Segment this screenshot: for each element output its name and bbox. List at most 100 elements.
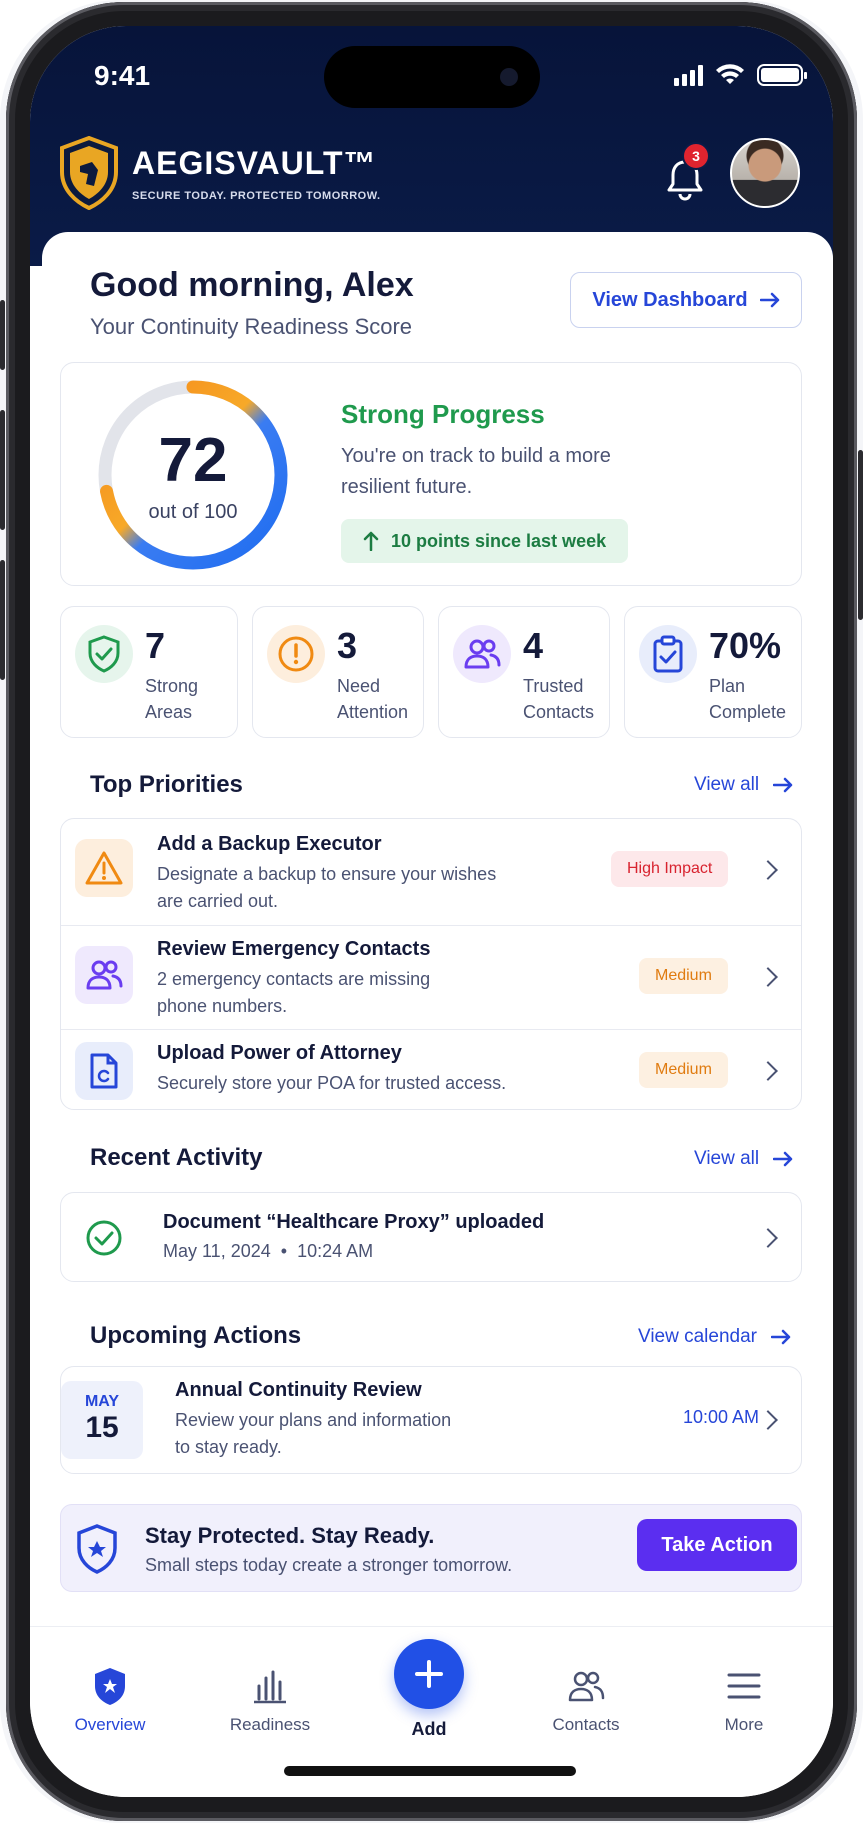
volume-down-button — [0, 560, 5, 680]
stay-protected-banner: Stay Protected. Stay Ready. Small steps … — [60, 1504, 802, 1592]
tab-overview[interactable]: Overview — [50, 1665, 170, 1735]
camera-icon — [500, 68, 518, 86]
stat-trusted-contacts[interactable]: 4 Trusted Contacts — [438, 606, 610, 738]
document-icon — [75, 1042, 133, 1100]
status-icons — [674, 64, 807, 86]
take-action-button[interactable]: Take Action — [637, 1519, 797, 1571]
view-all-label: View all — [694, 774, 760, 795]
tab-label: Contacts — [552, 1715, 620, 1734]
stat-label: Plan Complete — [709, 676, 787, 722]
activity-item[interactable]: Document “Healthcare Proxy” uploaded May… — [60, 1192, 802, 1282]
upcoming-item-time: 10:00 AM — [683, 1407, 760, 1427]
greeting-subtitle: Your Continuity Readiness Score — [90, 314, 413, 339]
arrow-right-icon — [773, 1151, 793, 1167]
bar-chart-icon — [210, 1665, 330, 1707]
date-day: 15 — [85, 1411, 119, 1444]
view-calendar-link[interactable]: View calendar — [638, 1326, 791, 1348]
impact-badge: High Impact — [611, 851, 729, 887]
chevron-right-icon — [758, 1228, 778, 1248]
status-time: 9:41 — [94, 60, 151, 91]
priority-item[interactable]: Review Emergency Contacts 2 emergency co… — [61, 925, 801, 1029]
stat-label: Need Attention — [337, 676, 409, 722]
upcoming-title: Upcoming Actions — [90, 1322, 302, 1349]
cta-title: Stay Protected. Stay Ready. — [145, 1523, 435, 1548]
progress-change-text: 10 points since last week — [391, 530, 607, 551]
priority-title: Review Emergency Contacts — [157, 938, 431, 960]
app-header: 9:41 AEGISVAULT™ SECURE TODAY. PROTECTED… — [30, 26, 833, 266]
priority-title: Upload Power of Attorney — [157, 1042, 402, 1064]
activity-title-text: Document “Healthcare Proxy” uploaded — [163, 1211, 545, 1233]
add-button[interactable] — [394, 1639, 464, 1709]
shield-logo-icon — [60, 136, 118, 210]
priorities-view-all-link[interactable]: View all — [694, 774, 793, 796]
priority-description: Securely store your POA for trusted acce… — [157, 1073, 507, 1093]
date-badge: MAY 15 — [61, 1381, 143, 1459]
view-all-label: View all — [694, 1148, 760, 1169]
clipboard-check-icon — [639, 625, 697, 683]
tab-label: Overview — [74, 1715, 146, 1734]
tab-readiness[interactable]: Readiness — [210, 1665, 330, 1735]
priority-title: Add a Backup Executor — [157, 833, 382, 855]
avatar[interactable] — [730, 138, 800, 208]
priorities-list: Add a Backup Executor Designate a backup… — [60, 818, 802, 1110]
progress-status: Strong Progress — [341, 399, 545, 429]
priority-item[interactable]: Add a Backup Executor Designate a backup… — [61, 819, 801, 925]
priority-description: Designate a backup to ensure your wishes… — [157, 864, 497, 911]
progress-message: You're on track to build a more resilien… — [341, 445, 611, 498]
shield-icon — [50, 1665, 170, 1707]
brand-name: AEGISVAULT™ — [132, 144, 377, 181]
stat-value: 70% — [709, 625, 782, 666]
side-button — [0, 300, 5, 370]
menu-icon — [684, 1665, 804, 1707]
upcoming-item-description: Review your plans and information to stay… — [175, 1410, 452, 1457]
priorities-title: Top Priorities — [90, 771, 243, 798]
priority-description: 2 emergency contacts are missing phone nu… — [157, 969, 431, 1016]
stat-plan-complete[interactable]: 70% Plan Complete — [624, 606, 802, 738]
stat-strong-areas[interactable]: 7 Strong Areas — [60, 606, 238, 738]
score-out-of: out of 100 — [148, 501, 238, 523]
chevron-right-icon — [758, 1061, 778, 1081]
cta-subtitle: Small steps today create a stronger tomo… — [145, 1555, 513, 1575]
signal-icon — [674, 64, 703, 86]
arrow-right-icon — [771, 1329, 791, 1345]
stat-need-attention[interactable]: 3 Need Attention — [252, 606, 424, 738]
phone-device: 9:41 AEGISVAULT™ SECURE TODAY. PROTECTED… — [0, 0, 863, 1823]
notification-badge: 3 — [682, 142, 710, 170]
view-dashboard-button[interactable]: View Dashboard — [570, 272, 802, 328]
warning-triangle-icon — [75, 839, 133, 897]
activity-view-all-link[interactable]: View all — [694, 1148, 793, 1170]
chevron-right-icon — [758, 967, 778, 987]
chevron-right-icon — [758, 860, 778, 880]
stat-value: 3 — [337, 625, 358, 666]
brand[interactable]: AEGISVAULT™ SECURE TODAY. PROTECTED TOMO… — [58, 136, 381, 210]
readiness-score-card[interactable]: 72 out of 100 Strong Progress You're on … — [60, 362, 802, 586]
progress-change-pill: 10 points since last week — [341, 519, 629, 563]
view-dashboard-label: View Dashboard — [592, 288, 748, 311]
activity-timestamp: May 11, 2024 • 10:24 AM — [163, 1241, 374, 1261]
users-icon — [526, 1665, 646, 1707]
battery-icon — [757, 64, 807, 86]
stat-value: 4 — [523, 625, 544, 666]
arrow-up-icon — [363, 531, 379, 551]
impact-badge: Medium — [639, 958, 728, 994]
plus-icon — [415, 1660, 443, 1688]
home-indicator — [284, 1766, 576, 1776]
upcoming-item[interactable]: MAY 15 Annual Continuity Review Review y… — [60, 1366, 802, 1474]
impact-badge: Medium — [639, 1052, 728, 1088]
check-circle-icon — [86, 1220, 122, 1256]
priority-item[interactable]: Upload Power of Attorney Securely store … — [61, 1029, 801, 1109]
tab-contacts[interactable]: Contacts — [526, 1665, 646, 1735]
stat-label: Trusted Contacts — [523, 676, 595, 722]
tab-more[interactable]: More — [684, 1665, 804, 1735]
chevron-right-icon — [758, 1410, 778, 1430]
dynamic-island — [324, 46, 540, 108]
upcoming-item-title: Annual Continuity Review — [175, 1379, 422, 1401]
wifi-icon — [716, 64, 744, 84]
stat-label: Strong Areas — [145, 676, 199, 722]
app-screen: 9:41 AEGISVAULT™ SECURE TODAY. PROTECTED… — [30, 26, 833, 1797]
tab-label: Readiness — [229, 1715, 311, 1734]
volume-up-button — [0, 410, 5, 530]
shield-check-icon — [75, 625, 133, 683]
score-value: 72 — [158, 426, 228, 495]
alert-circle-icon — [267, 625, 325, 683]
